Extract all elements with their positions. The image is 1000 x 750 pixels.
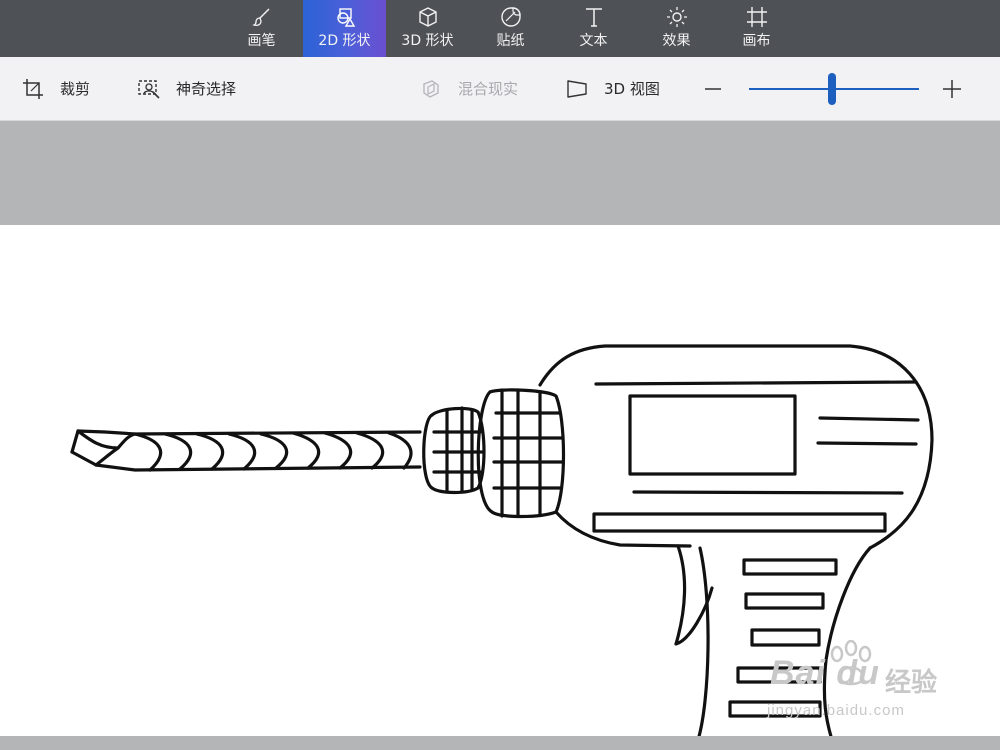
tab-label: 文本 — [579, 33, 608, 49]
drill-body — [538, 344, 934, 550]
tab-label: 贴纸 — [496, 33, 525, 49]
canvas-icon — [746, 7, 767, 27]
tab-stickers[interactable]: 贴纸 — [469, 0, 552, 57]
text-icon — [585, 8, 602, 27]
sticker-icon — [500, 7, 521, 27]
drill-chuck-large — [476, 388, 566, 519]
mixed-reality-button[interactable]: 混合现实 — [420, 57, 518, 120]
view-3d-label: 3D 视图 — [604, 80, 660, 98]
mixed-reality-icon — [423, 79, 439, 98]
magic-select-button[interactable]: 神奇选择 — [138, 57, 236, 120]
crop-icon — [23, 78, 43, 99]
zoom-out-icon[interactable] — [703, 79, 723, 99]
workspace-background — [0, 121, 1000, 225]
2d-shapes-icon — [336, 8, 355, 27]
tab-label: 效果 — [662, 33, 691, 49]
zoom-in-icon[interactable] — [942, 79, 962, 99]
baidu-watermark: Bai du 经验 jingyan.baidu.com — [735, 632, 985, 732]
watermark-logo: Bai du — [770, 654, 880, 692]
crop-button[interactable]: 裁剪 — [22, 57, 90, 120]
brush-icon — [251, 8, 270, 27]
sun-icon — [666, 7, 687, 27]
tab-2d-shapes[interactable]: 2D 形状 — [303, 0, 386, 57]
tab-effects[interactable]: 效果 — [635, 0, 718, 57]
tab-label: 画布 — [742, 33, 771, 49]
view-3d-button[interactable]: 3D 视图 — [566, 57, 660, 120]
tab-label: 2D 形状 — [318, 33, 371, 49]
3d-view-icon — [567, 79, 587, 98]
watermark-url: jingyan.baidu.com — [767, 702, 905, 719]
tab-canvas[interactable]: 画布 — [715, 0, 798, 57]
watermark-title: 经验 — [885, 668, 938, 698]
workspace-bottom — [0, 736, 1000, 750]
zoom-slider-thumb[interactable] — [828, 73, 837, 105]
magic-select-icon — [138, 79, 160, 99]
drill-chuck-small — [422, 406, 486, 495]
tab-label: 画笔 — [247, 33, 276, 49]
crop-label: 裁剪 — [60, 80, 91, 98]
3d-cube-icon — [418, 7, 437, 27]
tab-3d-shapes[interactable]: 3D 形状 — [386, 0, 469, 57]
magic-select-label: 神奇选择 — [176, 80, 237, 98]
drill-bit — [70, 429, 422, 472]
mixed-reality-label: 混合现实 — [458, 80, 519, 98]
top-tab-bar: 画笔 2D 形状 3D 形状 贴纸 文本 效果 画布 — [0, 0, 1000, 57]
tab-text[interactable]: 文本 — [552, 0, 635, 57]
tab-label: 3D 形状 — [401, 33, 454, 49]
tab-brushes[interactable]: 画笔 — [220, 0, 303, 57]
